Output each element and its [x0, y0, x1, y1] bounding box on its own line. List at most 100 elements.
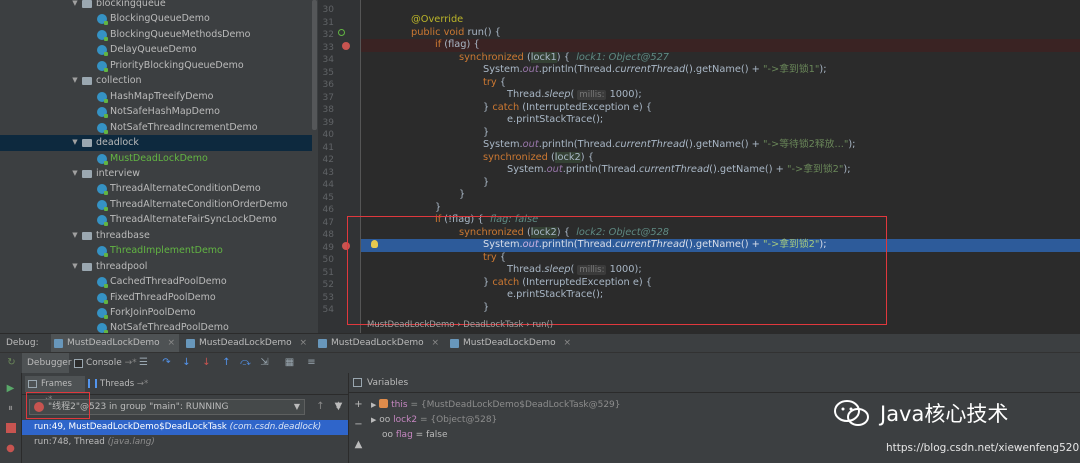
tab-label: MustDeadLockDemo — [463, 338, 556, 348]
expand-arrow-icon[interactable]: ▶ — [371, 401, 376, 409]
tree-class[interactable]: HashMapTreeifyDemo — [0, 89, 312, 105]
tab-debugger[interactable]: Debugger — [22, 353, 72, 374]
code-line-32[interactable]: public void run() { — [411, 27, 501, 40]
code-line-42[interactable]: synchronized (lock2) { — [483, 152, 594, 165]
step-into-icon[interactable]: ↓ — [181, 357, 192, 369]
debug-tab-4[interactable]: MustDeadLockDemo × — [447, 334, 575, 353]
code-line-38[interactable]: } catch (InterruptedException e) { — [483, 102, 652, 115]
expand-arrow-icon[interactable]: ▼ — [71, 73, 79, 89]
tree-item-label: BlockingQueueDemo — [110, 13, 210, 25]
string-got-lock2: "->拿到锁2" — [787, 164, 844, 175]
code-line-41[interactable]: System.out.println(Thread.currentThread(… — [483, 139, 855, 152]
expand-arrow-icon[interactable]: ▼ — [71, 228, 79, 244]
code-line-45[interactable]: } — [459, 189, 465, 202]
tree-class[interactable]: BlockingQueueDemo — [0, 11, 312, 27]
expand-arrow-icon[interactable]: ▼ — [71, 135, 79, 151]
view-breakpoints-icon[interactable]: ● — [5, 443, 16, 455]
override-marker-icon[interactable] — [338, 29, 345, 36]
current-thread-call: currentThread — [638, 164, 710, 175]
drop-frame-icon[interactable]: ⤼ — [240, 357, 251, 369]
tree-item-label: HashMapTreeifyDemo — [110, 90, 214, 102]
close-icon[interactable]: × — [431, 334, 439, 353]
tree-item-label: NotSafeThreadIncrementDemo — [110, 121, 258, 133]
tree-class[interactable]: ThreadAlternateFairSyncLockDemo — [0, 212, 312, 228]
line-number: 49 — [322, 242, 334, 253]
pause-icon[interactable]: ⏸ — [5, 403, 16, 415]
debug-tab-3[interactable]: MustDeadLockDemo × — [315, 334, 443, 353]
tree-folder[interactable]: ▼ interview — [0, 166, 312, 182]
variable-row[interactable]: oo flag = false — [382, 428, 447, 442]
step-over-icon[interactable]: ↷ — [161, 357, 172, 369]
menu-icon[interactable]: ☰ — [138, 357, 149, 369]
kw-void: void — [443, 27, 465, 38]
remove-watch-icon[interactable]: − — [353, 419, 364, 431]
filter-icon[interactable]: ▼ — [333, 401, 344, 413]
tree-class[interactable]: FixedThreadPoolDemo — [0, 290, 312, 306]
tree-folder[interactable]: ▼ collection — [0, 73, 312, 89]
step-out-icon[interactable]: ↑ — [221, 357, 232, 369]
tree-class[interactable]: ThreadAlternateConditionDemo — [0, 181, 312, 197]
resume-icon[interactable]: ▶ — [5, 383, 16, 395]
code-line-35[interactable]: System.out.println(Thread.currentThread(… — [483, 64, 827, 77]
breadcrumb[interactable]: MustDeadLockDemo › DeadLockTask › run() — [367, 320, 553, 330]
code-line-31[interactable]: @Override — [411, 14, 463, 27]
debug-tab-2[interactable]: MustDeadLockDemo × — [183, 334, 311, 353]
expand-arrow-icon[interactable]: ▼ — [71, 259, 79, 275]
settings-icon[interactable]: ≡ — [306, 357, 317, 369]
breakpoint-icon[interactable] — [342, 42, 350, 50]
tree-class[interactable]: ThreadImplementDemo — [0, 243, 312, 259]
rerun-icon[interactable]: ↻ — [6, 357, 17, 369]
tree-class[interactable]: BlockingQueueMethodsDemo — [0, 27, 312, 43]
tab-console[interactable]: Console →* — [72, 353, 137, 374]
expand-arrow-icon[interactable]: ▼ — [71, 166, 79, 182]
tree-class[interactable]: ForkJoinPoolDemo — [0, 305, 312, 321]
code-line-37[interactable]: Thread.sleep( millis: 1000); — [507, 89, 642, 102]
code-line-46[interactable]: } — [435, 202, 441, 215]
frame-row[interactable]: run:49, MustDeadLockDemo$DeadLockTask (c… — [22, 420, 348, 435]
close-icon[interactable]: × — [167, 334, 175, 353]
code-line-33[interactable]: if (flag) { — [435, 39, 480, 52]
tree-class[interactable]: NotSafeThreadIncrementDemo — [0, 120, 312, 136]
code-line-39[interactable]: e.printStackTrace(); — [507, 114, 603, 127]
tree-scrollbar[interactable] — [312, 0, 317, 130]
move-up-icon[interactable]: ▲ — [353, 439, 364, 451]
tab-frames[interactable]: Frames →* — [25, 376, 85, 405]
code-line-34[interactable]: synchronized (lock1) { lock1: Object@527 — [459, 52, 669, 65]
project-tree[interactable]: ▼ blockingqueue BlockingQueueDemo BlockingQ… — [0, 0, 318, 333]
frame-row[interactable]: run:748, Thread (java.lang) — [22, 435, 348, 450]
tree-class[interactable]: PriorityBlockingQueueDemo — [0, 58, 312, 74]
debug-tab-1[interactable]: MustDeadLockDemo × — [51, 334, 179, 353]
tree-folder[interactable]: ▼ threadbase — [0, 228, 312, 244]
code-line-43[interactable]: System.out.println(Thread.currentThread(… — [507, 164, 851, 177]
brace: } — [483, 127, 490, 138]
getname-call: ().getName() + — [685, 139, 764, 150]
tree-folder[interactable]: ▼ threadpool — [0, 259, 312, 275]
package-icon — [82, 139, 92, 148]
tree-class[interactable]: NotSafeThreadPoolDemo — [0, 320, 312, 333]
tree-class[interactable]: ThreadAlternateConditionOrderDemo — [0, 197, 312, 213]
tree-folder[interactable]: ▼ blockingqueue — [0, 0, 312, 12]
close-icon[interactable]: × — [563, 334, 571, 353]
expand-arrow-icon[interactable]: ▼ — [71, 0, 79, 12]
tab-threads[interactable]: Threads →* — [86, 376, 148, 392]
tree-class[interactable]: DelayQueueDemo — [0, 42, 312, 58]
close-icon[interactable]: × — [299, 334, 307, 353]
code-line-40[interactable]: } — [483, 127, 489, 140]
evaluate-icon[interactable]: ▦ — [284, 357, 295, 369]
force-step-into-icon[interactable]: ↓ — [201, 357, 212, 369]
expand-arrow-icon[interactable]: ▶ — [371, 416, 376, 424]
tree-class[interactable]: MustDeadLockDemo — [0, 151, 312, 167]
sys-ref: System. — [507, 164, 547, 175]
tree-class[interactable]: NotSafeHashMapDemo — [0, 104, 312, 120]
tree-class[interactable]: CachedThreadPoolDemo — [0, 274, 312, 290]
up-arrow-icon[interactable]: ↑ — [315, 401, 326, 413]
run-to-cursor-icon[interactable]: ⇲ — [259, 357, 270, 369]
code-line-36[interactable]: try { — [483, 77, 506, 90]
stop-icon[interactable] — [6, 423, 16, 433]
variable-row[interactable]: ▶ this = {MustDeadLockDemo$DeadLockTask@… — [371, 398, 621, 412]
variable-row[interactable]: ▶ oo lock2 = {Object@528} — [371, 413, 497, 427]
code-line-44[interactable]: } — [483, 177, 489, 190]
add-watch-icon[interactable]: + — [353, 399, 364, 411]
tree-folder[interactable]: ▼ deadlock — [0, 135, 312, 151]
tree-item-label: ThreadAlternateFairSyncLockDemo — [110, 214, 277, 226]
